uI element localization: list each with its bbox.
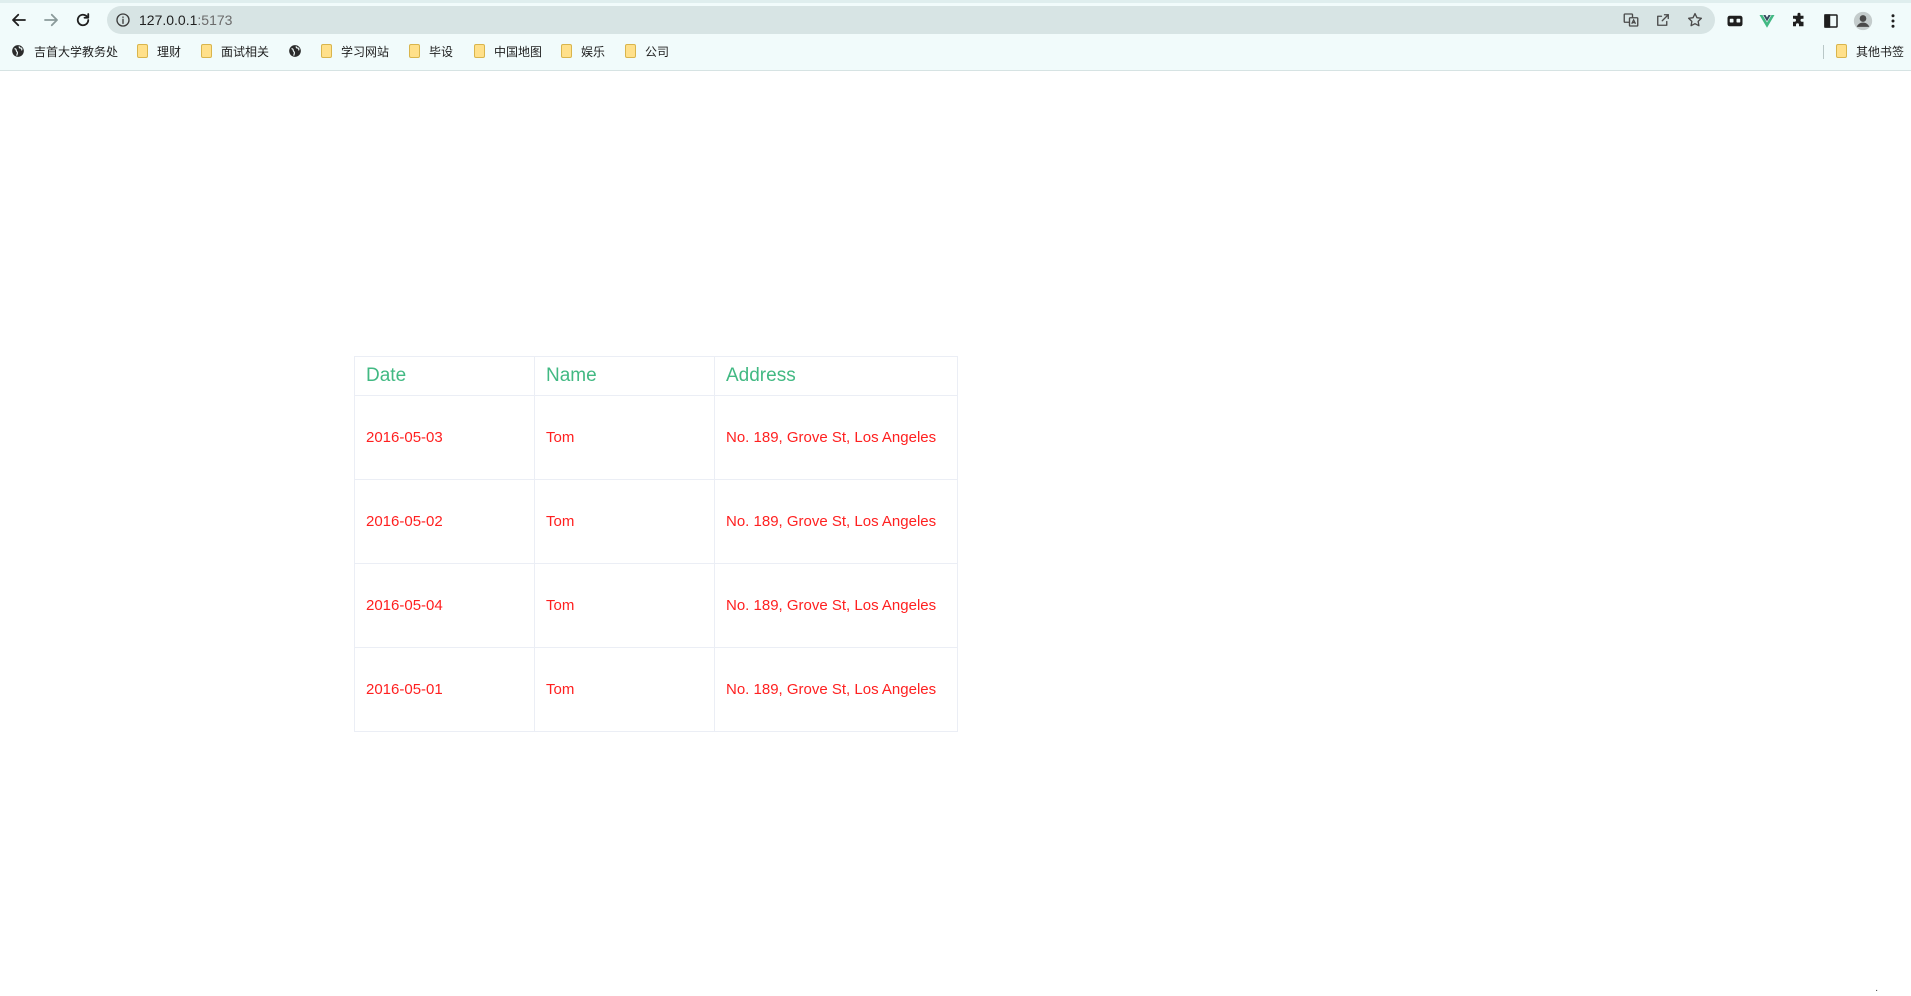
column-header-name[interactable]: Name: [534, 356, 715, 396]
bookmark-label: 中国地图: [494, 44, 543, 59]
column-header-date[interactable]: Date: [354, 356, 535, 396]
browser-chrome: 127.0.0.1:5173 吉首大学教务处 理财 面试相关 学习网站 毕设 中…: [0, 0, 1911, 71]
share-icon[interactable]: [1654, 11, 1672, 29]
reload-button[interactable]: [69, 6, 97, 34]
bookmark-label: 面试相关: [221, 44, 270, 59]
cell-address: No. 189, Grove St, Los Angeles: [714, 395, 958, 480]
table-row[interactable]: 2016-05-03 Tom No. 189, Grove St, Los An…: [354, 395, 958, 480]
extensions-button[interactable]: [1789, 11, 1809, 31]
bookmarks-bar: 吉首大学教务处 理财 面试相关 学习网站 毕设 中国地图 娱乐 公司 其他书签: [0, 39, 1911, 63]
vue-icon: [1759, 15, 1775, 28]
extension-vue-devtools-button[interactable]: [1757, 11, 1777, 31]
menu-button[interactable]: [1883, 11, 1903, 31]
data-table-container: Date Name Address 2016-05-03 Tom No. 189…: [354, 356, 958, 732]
folder-icon: [625, 44, 636, 58]
forward-button[interactable]: [37, 6, 65, 34]
url-port: :5173: [197, 12, 233, 28]
url-host: 127.0.0.1: [139, 12, 198, 28]
reload-icon: [76, 13, 90, 27]
bookmark-label: 学习网站: [341, 44, 390, 59]
bookmark-item[interactable]: 吉首大学教务处: [11, 41, 118, 61]
extension-glasses-button[interactable]: [1725, 11, 1745, 31]
cell-date: 2016-05-03: [354, 395, 535, 480]
kebab-menu-icon: [1891, 14, 1895, 28]
folder-icon: [409, 44, 420, 58]
folder-icon: [474, 44, 485, 58]
bookmark-folder[interactable]: 理财: [137, 41, 181, 61]
cell-date: 2016-05-01: [354, 647, 535, 732]
bookmark-label: 吉首大学教务处: [34, 44, 119, 59]
bookmark-label: 毕设: [429, 44, 454, 59]
cell-address: No. 189, Grove St, Los Angeles: [714, 479, 958, 564]
other-bookmarks-folder[interactable]: 其他书签: [1836, 41, 1904, 61]
url-text[interactable]: 127.0.0.1:5173: [139, 11, 232, 29]
folder-icon: [1836, 44, 1847, 58]
corner-mark: ·: [1875, 985, 1879, 996]
folder-icon: [137, 44, 148, 58]
arrow-right-icon: [44, 13, 58, 27]
cell-name: Tom: [534, 479, 715, 564]
bookmark-folder[interactable]: 面试相关: [201, 41, 269, 61]
cell-address: No. 189, Grove St, Los Angeles: [714, 647, 958, 732]
globe-icon: [12, 45, 24, 57]
glasses-icon: [1727, 15, 1743, 27]
bookmark-folder[interactable]: 毕设: [409, 41, 453, 61]
bookmark-folder[interactable]: 公司: [625, 41, 669, 61]
bookmark-label: 其他书签: [1856, 44, 1905, 59]
cell-date: 2016-05-02: [354, 479, 535, 564]
folder-icon: [321, 44, 332, 58]
bookmark-star-icon[interactable]: [1686, 11, 1704, 29]
cell-name: Tom: [534, 563, 715, 648]
cell-address: No. 189, Grove St, Los Angeles: [714, 563, 958, 648]
bookmarks-separator: [1823, 45, 1824, 59]
bookmark-folder[interactable]: 娱乐: [561, 41, 605, 61]
address-bar[interactable]: 127.0.0.1:5173: [107, 6, 1715, 34]
bookmark-folder[interactable]: 学习网站: [321, 41, 389, 61]
bookmark-label: 娱乐: [581, 44, 606, 59]
table-row[interactable]: 2016-05-04 Tom No. 189, Grove St, Los An…: [354, 563, 958, 648]
side-panel-button[interactable]: [1821, 11, 1841, 31]
translate-icon[interactable]: [1622, 11, 1640, 29]
cell-name: Tom: [534, 395, 715, 480]
bookmark-folder[interactable]: 中国地图: [474, 41, 542, 61]
avatar-icon: [1853, 11, 1873, 31]
data-table: Date Name Address 2016-05-03 Tom No. 189…: [354, 356, 958, 732]
cell-name: Tom: [534, 647, 715, 732]
table-header-row: Date Name Address: [354, 356, 958, 396]
browser-toolbar: 127.0.0.1:5173: [0, 3, 1911, 37]
cell-date: 2016-05-04: [354, 563, 535, 648]
bookmark-item[interactable]: [288, 41, 311, 61]
column-header-address[interactable]: Address: [714, 356, 958, 396]
table-row[interactable]: 2016-05-01 Tom No. 189, Grove St, Los An…: [354, 647, 958, 732]
globe-icon: [289, 45, 301, 57]
arrow-left-icon: [12, 13, 26, 27]
table-row[interactable]: 2016-05-02 Tom No. 189, Grove St, Los An…: [354, 479, 958, 564]
bookmark-label: 公司: [645, 44, 670, 59]
puzzle-icon: [1793, 12, 1804, 27]
bookmark-label: 理财: [157, 44, 182, 59]
back-button[interactable]: [5, 6, 33, 34]
side-panel-icon: [1824, 14, 1838, 28]
profile-button[interactable]: [1853, 11, 1873, 31]
folder-icon: [561, 44, 572, 58]
info-icon[interactable]: [115, 12, 131, 28]
folder-icon: [201, 44, 212, 58]
